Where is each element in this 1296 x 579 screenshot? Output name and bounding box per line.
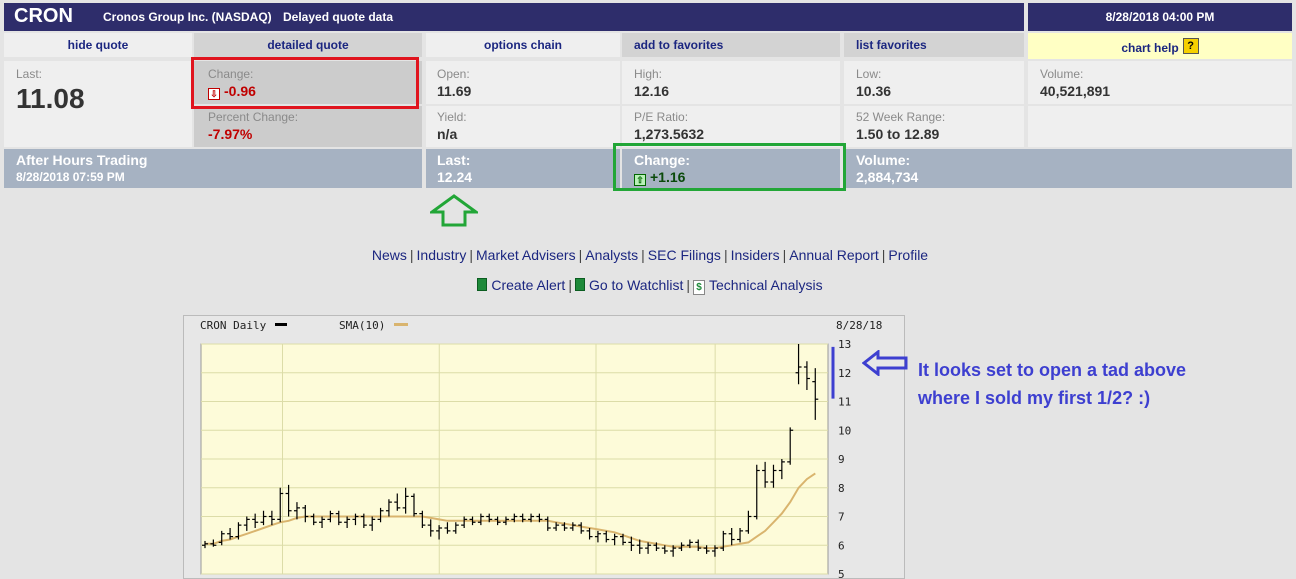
nav-link-industry[interactable]: Industry xyxy=(417,247,467,263)
last-price-cell: Last: 11.08 xyxy=(4,61,192,147)
pe-ratio-value: 1,273.5632 xyxy=(634,126,705,142)
pe-ratio-cell: P/E Ratio: 1,273.5632 xyxy=(622,106,840,147)
pe-ratio-label: P/E Ratio: xyxy=(634,110,689,124)
watchlist-icon xyxy=(574,278,585,291)
nav-link-sec-filings[interactable]: SEC Filings xyxy=(648,247,721,263)
tab-options-chain[interactable]: options chain xyxy=(426,33,620,57)
nav-link-profile[interactable]: Profile xyxy=(888,247,928,263)
y-tick-label: 13 xyxy=(838,338,851,351)
delayed-quote-label: Delayed quote data xyxy=(283,10,394,24)
low-cell: Low: 10.36 xyxy=(844,61,1024,104)
nav-link-insiders[interactable]: Insiders xyxy=(731,247,780,263)
volume-cell: Volume: 40,521,891 xyxy=(1028,61,1292,104)
dollar-icon: $ xyxy=(693,280,705,295)
y-tick-label: 12 xyxy=(838,367,851,380)
empty-cell xyxy=(1028,106,1292,147)
ticker-symbol: CRON xyxy=(14,5,73,27)
after-hours-last-cell: Last: 12.24 xyxy=(426,149,620,188)
nav-link-news[interactable]: News xyxy=(372,247,407,263)
y-tick-label: 10 xyxy=(838,424,851,437)
open-value: 11.69 xyxy=(437,83,472,99)
help-icon: ? xyxy=(1182,38,1199,54)
green-up-arrow-icon xyxy=(430,194,478,227)
last-price: 11.08 xyxy=(16,83,85,114)
last-label: Last: xyxy=(16,67,43,81)
52-week-range-label: 52 Week Range: xyxy=(856,110,946,124)
after-hours-datetime: 8/28/2018 07:59 PM xyxy=(16,170,125,184)
open-cell: Open: 11.69 xyxy=(426,61,620,104)
nav-link-analysts[interactable]: Analysts xyxy=(585,247,638,263)
after-hours-last-label: Last: xyxy=(437,152,471,168)
chart-plot: 5 6 7 8 9 10 11 12 13 xyxy=(200,338,851,578)
open-label: Open: xyxy=(437,67,470,81)
watchlist-link[interactable]: Go to Watchlist xyxy=(589,277,683,293)
nav-links: News | Industry | Market Advisers | Analysts | S… xyxy=(371,247,929,263)
y-tick-label: 8 xyxy=(838,482,845,495)
percent-change-value: -7.97% xyxy=(208,126,253,142)
create-alert-link[interactable]: Create Alert xyxy=(491,277,565,293)
after-hours-volume-label: Volume: xyxy=(856,152,911,168)
high-cell: High: 12.16 xyxy=(622,61,840,104)
company-name: Cronos Group Inc. (NASDAQ) xyxy=(103,10,272,24)
tab-list-favorites[interactable]: list favorites xyxy=(844,33,1024,57)
volume-value: 40,521,891 xyxy=(1040,83,1111,99)
nav-link-annual-report[interactable]: Annual Report xyxy=(789,247,879,263)
after-hours-title: After Hours Trading xyxy=(16,152,148,168)
price-chart: CRON Daily SMA(10) 8/28/18 5 6 7 8 9 10 11 12 13 xyxy=(183,315,905,579)
low-value: 10.36 xyxy=(856,83,892,99)
annotation-line-2: where I sold my first 1/2? :) xyxy=(918,388,1151,408)
after-hours-last-value: 12.24 xyxy=(437,169,473,185)
blue-left-arrow-icon xyxy=(862,350,908,376)
green-highlight-box xyxy=(613,143,846,191)
low-label: Low: xyxy=(856,67,882,81)
after-hours-volume-cell: Volume: 2,884,734 xyxy=(844,149,1292,188)
calculator-icon xyxy=(477,278,488,291)
y-tick-label: 6 xyxy=(838,539,845,552)
y-tick-label: 9 xyxy=(838,453,845,466)
high-value: 12.16 xyxy=(634,83,670,99)
nav-link-market-advisers[interactable]: Market Advisers xyxy=(476,247,576,263)
after-hours-volume-value: 2,884,734 xyxy=(856,169,919,185)
after-hours-title-cell: After Hours Trading 8/28/2018 07:59 PM xyxy=(4,149,422,188)
tab-detailed-quote[interactable]: detailed quote xyxy=(194,33,422,57)
52-week-range-cell: 52 Week Range: 1.50 to 12.89 xyxy=(844,106,1024,147)
annotation-text: It looks set to open a tad above where I… xyxy=(918,356,1186,412)
quote-datetime: 8/28/2018 04:00 PM xyxy=(1105,10,1215,24)
yield-cell: Yield: n/a xyxy=(426,106,620,147)
y-tick-label: 5 xyxy=(838,568,845,578)
percent-change-cell: Percent Change: -7.97% xyxy=(194,106,422,147)
tab-add-to-favorites[interactable]: add to favorites xyxy=(622,33,840,57)
yield-label: Yield: xyxy=(437,110,467,124)
annotation-line-1: It looks set to open a tad above xyxy=(918,360,1187,380)
tab-hide-quote[interactable]: hide quote xyxy=(4,33,192,57)
tab-chart-help[interactable]: chart help ? xyxy=(1028,33,1292,59)
percent-change-label: Percent Change: xyxy=(208,110,299,124)
y-tick-label: 7 xyxy=(838,511,845,524)
52-week-range-value: 1.50 to 12.89 xyxy=(856,126,940,142)
tool-links: Create Alert | Go to Watchlist | $ Technical … xyxy=(0,277,1296,295)
high-label: High: xyxy=(634,67,663,81)
yield-value: n/a xyxy=(437,126,458,142)
red-highlight-box xyxy=(191,57,419,109)
y-tick-label: 11 xyxy=(838,396,851,409)
volume-label: Volume: xyxy=(1040,67,1084,81)
technical-analysis-link[interactable]: Technical Analysis xyxy=(709,277,823,293)
